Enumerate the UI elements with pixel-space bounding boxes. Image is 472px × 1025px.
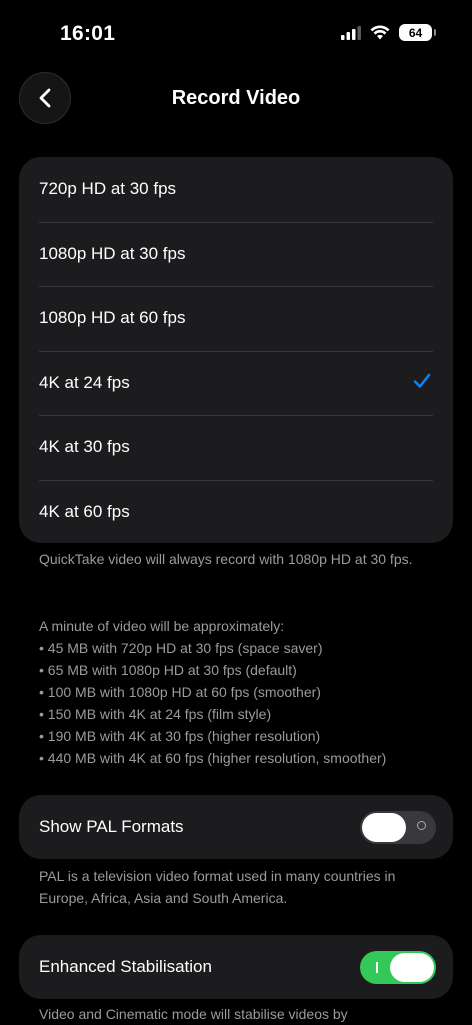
size-item: 45 MB with 720p HD at 30 fps (space save… (39, 637, 439, 659)
option-4k-60[interactable]: 4K at 60 fps (19, 479, 453, 544)
option-label: 1080p HD at 30 fps (39, 243, 186, 263)
size-list: 45 MB with 720p HD at 30 fps (space save… (39, 637, 439, 769)
wifi-icon (370, 25, 390, 40)
quicktake-note: QuickTake video will always record with … (39, 548, 439, 570)
stabilisation-description: Video and Cinematic mode will stabilise … (39, 1003, 439, 1025)
pal-formats-label: Show PAL Formats (39, 817, 184, 836)
option-label: 720p HD at 30 fps (39, 179, 177, 199)
size-item: 190 MB with 4K at 30 fps (higher resolut… (39, 725, 439, 747)
nav-bar: Record Video (0, 70, 472, 126)
option-1080p-30[interactable]: 1080p HD at 30 fps (19, 221, 453, 287)
size-intro: A minute of video will be approximately: (39, 618, 285, 634)
stabilisation-toggle[interactable] (360, 951, 436, 984)
page-title: Record Video (171, 87, 301, 109)
pal-description: PAL is a television video format used in… (39, 865, 439, 909)
size-item: 440 MB with 4K at 60 fps (higher resolut… (39, 747, 439, 769)
pal-formats-toggle[interactable] (360, 811, 436, 844)
quicktake-text: QuickTake video will always record with … (39, 551, 413, 567)
status-time: 16:01 (60, 22, 116, 45)
stabilisation-description-text: Video and Cinematic mode will stabilise … (39, 1006, 348, 1022)
battery-indicator: 64 (399, 24, 436, 41)
size-estimates: A minute of video will be approximately:… (39, 615, 439, 769)
option-label: 4K at 30 fps (39, 437, 130, 457)
stabilisation-label: Enhanced Stabilisation (39, 957, 212, 976)
stabilisation-row: Enhanced Stabilisation (19, 935, 453, 999)
option-label: 4K at 24 fps (39, 372, 130, 392)
video-format-list: 720p HD at 30 fps 1080p HD at 30 fps 108… (19, 157, 453, 543)
status-bar: 16:01 64 (0, 0, 472, 60)
battery-level: 64 (408, 25, 423, 40)
option-4k-24[interactable]: 4K at 24 fps (19, 350, 453, 416)
size-item: 100 MB with 1080p HD at 60 fps (smoother… (39, 681, 439, 703)
checkmark-icon (413, 373, 431, 388)
toggle-on-icon (376, 962, 378, 973)
option-4k-30[interactable]: 4K at 30 fps (19, 415, 453, 480)
cellular-signal-icon (341, 25, 361, 40)
option-label: 1080p HD at 60 fps (39, 308, 186, 328)
toggle-knob (390, 953, 434, 982)
pal-formats-row: Show PAL Formats (19, 795, 453, 859)
size-item: 150 MB with 4K at 24 fps (film style) (39, 703, 439, 725)
option-1080p-60[interactable]: 1080p HD at 60 fps (19, 286, 453, 351)
status-icons: 64 (341, 24, 436, 41)
option-720p-30[interactable]: 720p HD at 30 fps (19, 157, 453, 222)
toggle-knob (362, 813, 406, 842)
size-item: 65 MB with 1080p HD at 30 fps (default) (39, 659, 439, 681)
pal-description-text: PAL is a television video format used in… (39, 868, 396, 906)
option-label: 4K at 60 fps (39, 501, 130, 521)
toggle-off-icon (417, 821, 426, 830)
